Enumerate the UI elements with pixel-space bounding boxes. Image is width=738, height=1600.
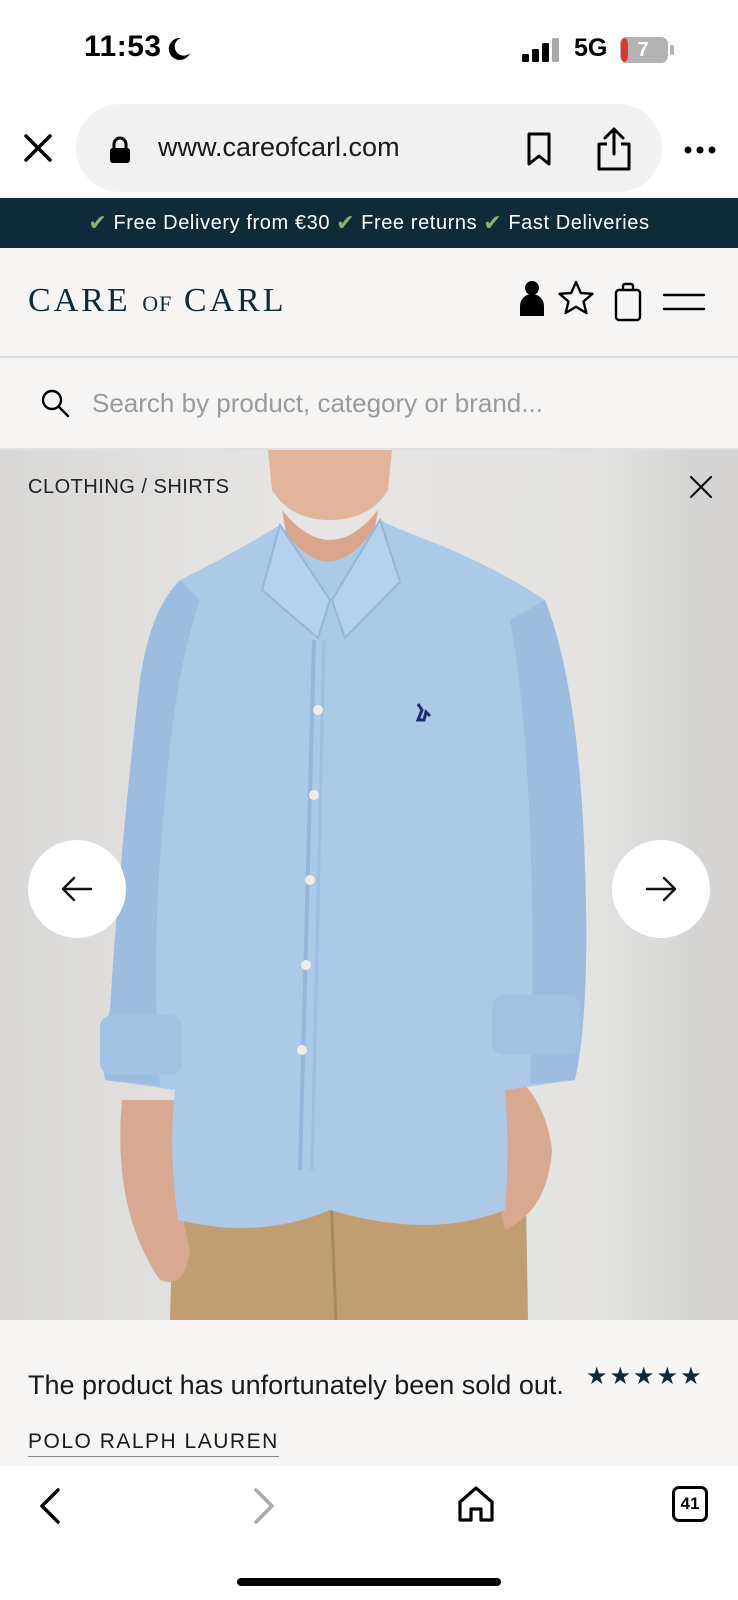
sold-out-message: The product has unfortunately been sold … xyxy=(28,1370,564,1400)
url-text[interactable]: www.careofcarl.com xyxy=(158,132,400,163)
bag-icon[interactable] xyxy=(614,282,642,322)
back-icon[interactable] xyxy=(36,1486,66,1526)
account-icon[interactable] xyxy=(518,280,546,318)
network-label: 5G xyxy=(574,34,608,62)
close-icon[interactable] xyxy=(688,474,714,500)
forward-icon[interactable] xyxy=(248,1486,278,1526)
search-icon[interactable] xyxy=(40,388,70,418)
next-image-button[interactable] xyxy=(612,840,710,938)
arrow-right-icon xyxy=(645,876,677,902)
brand-link[interactable]: POLO RALPH LAUREN xyxy=(28,1430,279,1457)
moon-icon xyxy=(168,37,190,60)
arrow-left-icon xyxy=(61,876,93,902)
star-icon[interactable] xyxy=(557,280,595,316)
battery-level: 7 xyxy=(637,39,649,61)
promo-item-returns: Free returns xyxy=(361,211,478,234)
share-icon[interactable] xyxy=(594,126,634,172)
home-icon[interactable] xyxy=(456,1484,496,1524)
lock-icon xyxy=(110,136,130,163)
menu-icon[interactable] xyxy=(662,290,706,314)
check-icon: ✔ xyxy=(336,210,356,235)
check-icon: ✔ xyxy=(88,210,108,235)
rating-stars[interactable]: ★★★★★ xyxy=(586,1362,704,1391)
search-input[interactable] xyxy=(92,380,692,426)
signal-icon xyxy=(522,38,559,62)
bookmark-icon[interactable] xyxy=(524,131,554,167)
tabs-icon[interactable]: 41 xyxy=(672,1486,708,1522)
promo-banner: ✔ Free Delivery from €30 ✔ Free returns … xyxy=(0,198,738,248)
more-icon[interactable] xyxy=(684,138,716,162)
site-logo[interactable]: CARE OF CARL xyxy=(28,282,287,320)
close-icon[interactable] xyxy=(18,128,58,168)
check-icon: ✔ xyxy=(483,210,503,235)
promo-item-fast: Fast Deliveries xyxy=(508,211,650,234)
breadcrumb[interactable]: CLOTHING / SHIRTS xyxy=(28,476,230,499)
previous-image-button[interactable] xyxy=(28,840,126,938)
home-indicator xyxy=(237,1578,501,1586)
promo-item-delivery: Free Delivery from €30 xyxy=(113,211,331,234)
status-time: 11:53 xyxy=(84,30,162,63)
